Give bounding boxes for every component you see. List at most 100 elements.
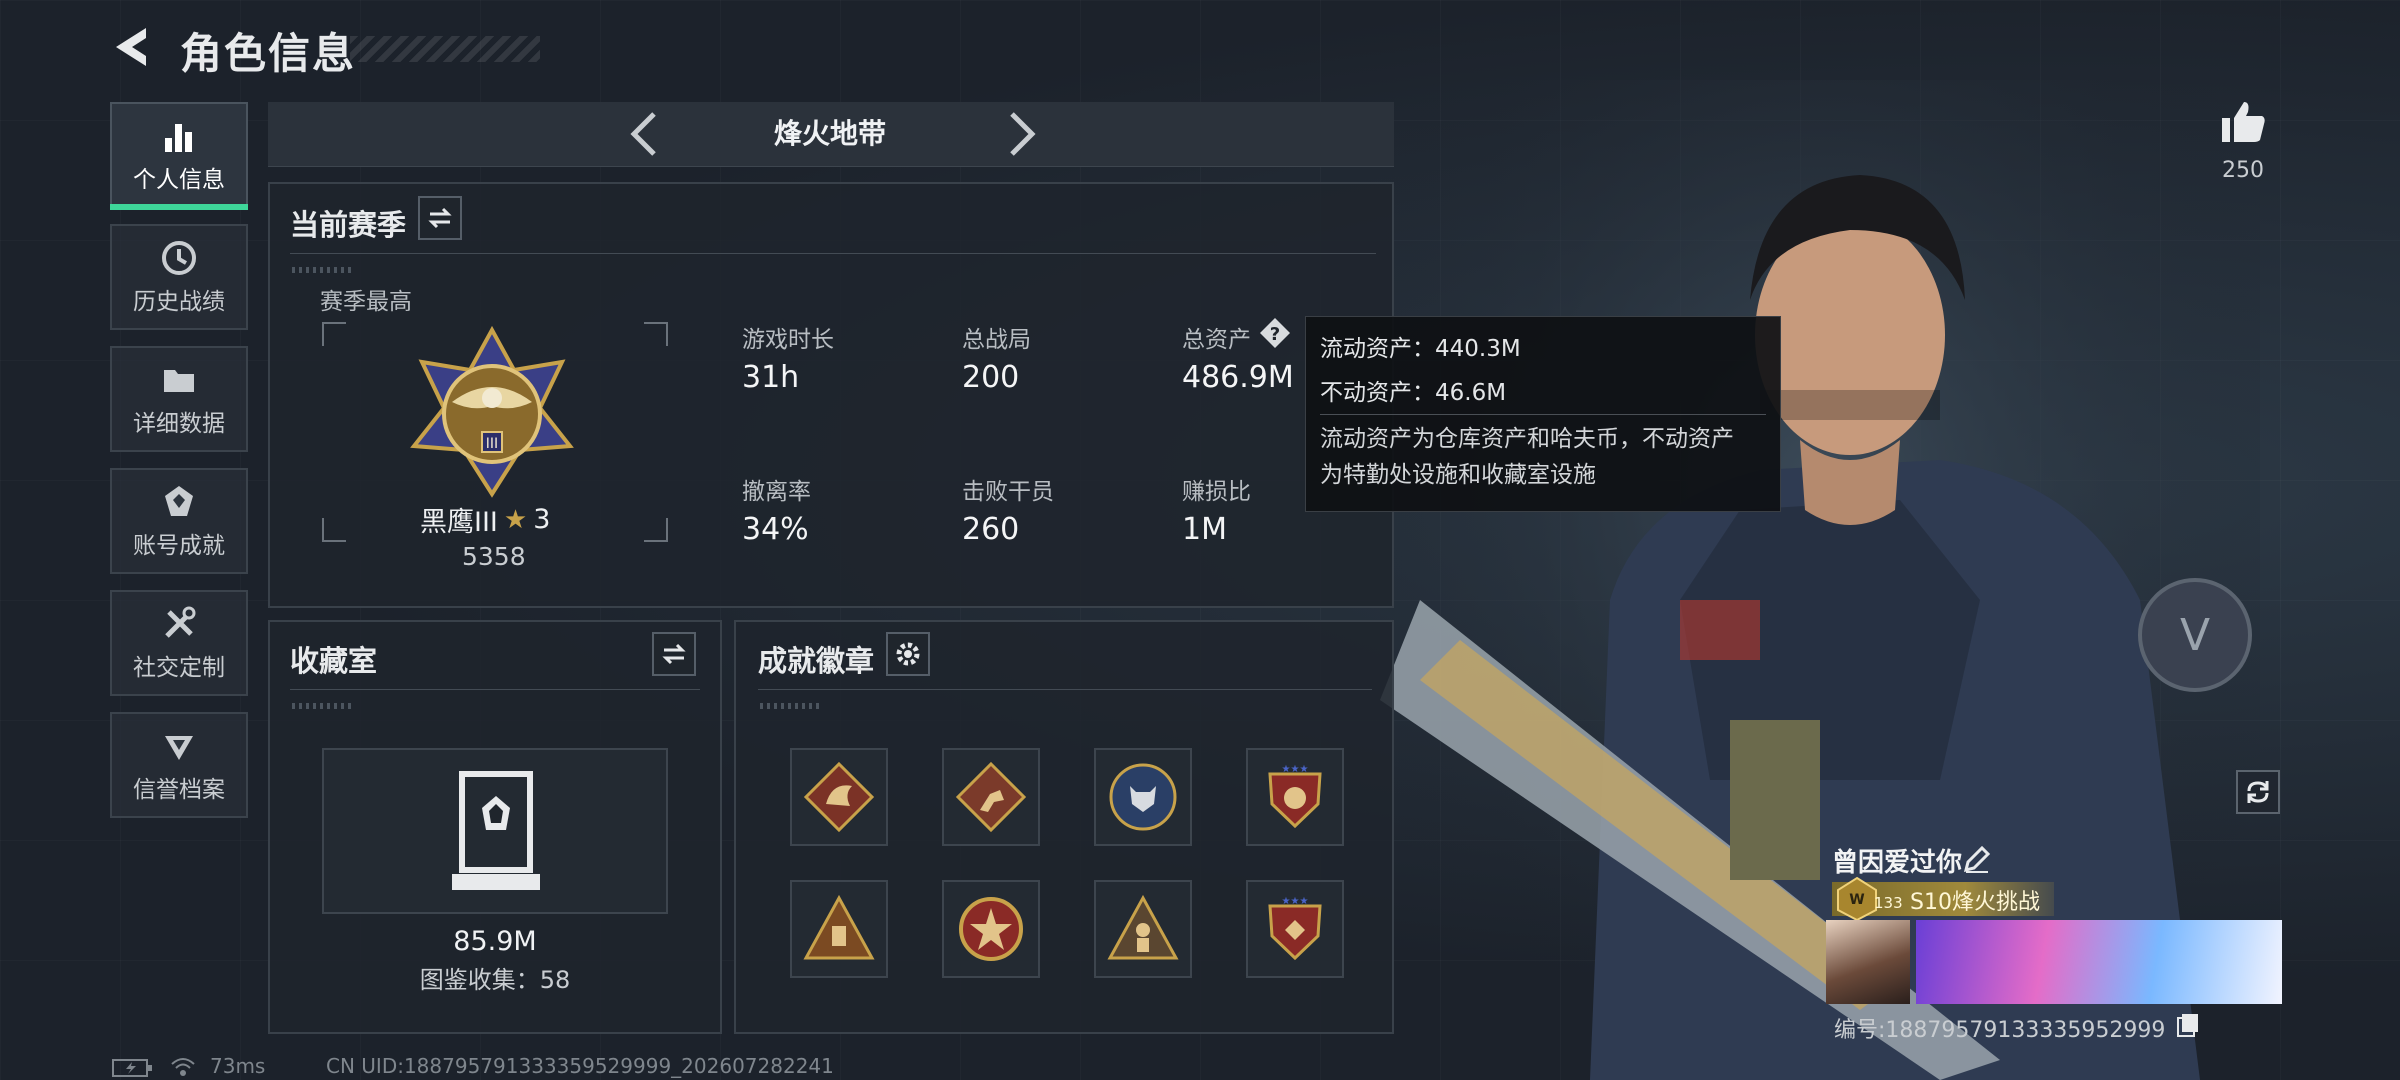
rotate-character-button[interactable] (2236, 770, 2280, 814)
season-best-label: 赛季最高 (320, 289, 412, 315)
badge-settings-button[interactable] (886, 632, 930, 676)
stat-profit-ratio-value: 1M (1182, 512, 1227, 547)
divider (290, 689, 700, 690)
tooltip-divider (1320, 414, 1766, 415)
sidebar-item-label: 历史战绩 (133, 289, 225, 315)
divider (290, 253, 1376, 254)
wolf-badge-icon (1109, 763, 1177, 831)
svg-text:W: W (1849, 892, 1864, 908)
badge-triangle-box[interactable] (790, 880, 888, 978)
figure-badge-icon (1107, 894, 1179, 960)
sidebar-item-social-custom[interactable]: 社交定制 (110, 590, 248, 696)
help-icon[interactable]: ? (1258, 316, 1292, 350)
sidebar-item-history[interactable]: 历史战绩 (110, 224, 248, 330)
thumbs-up-icon[interactable] (2218, 96, 2268, 146)
rank-emblem-icon: III (410, 325, 574, 498)
badge-star-seal[interactable] (942, 880, 1040, 978)
sidebar-item-label: 信誉档案 (133, 777, 225, 803)
stat-total-assets-value: 486.9M (1182, 360, 1294, 395)
achievement-badges-title: 成就徽章 (758, 644, 875, 678)
folder-icon (164, 370, 194, 392)
stat-total-matches-value: 200 (962, 360, 1020, 395)
collection-display[interactable] (322, 748, 668, 914)
runner-badge-icon (955, 761, 1027, 833)
back-arrow-icon[interactable] (108, 22, 158, 72)
stat-kills-label: 击败干员 (962, 479, 1054, 505)
collection-value: 85.9M (453, 926, 537, 957)
stat-kills-value: 260 (962, 512, 1020, 547)
shield-badge-icon: ★★★ (1268, 764, 1322, 829)
badge-wolf[interactable] (1094, 748, 1192, 846)
badge-shield-diamond[interactable]: ★★★ (1246, 880, 1344, 978)
rank-star-icon: ★ (503, 504, 528, 535)
divider-ticks (292, 703, 352, 709)
svg-text:V: V (2180, 610, 2210, 661)
sidebar-item-label: 个人信息 (133, 167, 225, 193)
rank-name-row: 黑鹰III ★ 3 (420, 500, 550, 539)
tooltip-fixed-assets: 不动资产：46.6M (1320, 380, 1507, 406)
wifi-icon (171, 1058, 195, 1076)
avatar[interactable] (1826, 920, 1910, 1004)
tooltip-liquid-assets: 流动资产：440.3M (1320, 336, 1521, 362)
rank-stars: 3 (533, 504, 551, 535)
season-swap-button[interactable] (418, 196, 462, 240)
triangle-badge-icon (803, 894, 875, 960)
collection-room-title: 收藏室 (290, 644, 378, 678)
svg-text:★★★: ★★★ (1282, 896, 1309, 907)
sidebar-item-personal-info[interactable]: 个人信息 (110, 102, 248, 210)
stat-extract-rate-value: 34% (742, 512, 809, 547)
svg-text:★★★: ★★★ (1282, 764, 1309, 775)
badge-triangle-figure[interactable] (1094, 880, 1192, 978)
rotate-icon (2247, 781, 2269, 803)
player-level: 133 (1874, 894, 1903, 912)
badge-shield-stars[interactable]: ★★★ (1246, 748, 1344, 846)
chevron-left-icon[interactable] (620, 108, 672, 160)
sidebar-item-detailed-data[interactable]: 详细数据 (110, 346, 248, 452)
current-season-title: 当前赛季 (290, 208, 407, 242)
badge-runner[interactable] (942, 748, 1040, 846)
user-uid: CN UID:188795791333359529999_20260728224… (326, 1054, 834, 1078)
season-tag-label: S10烽火挑战 (1910, 890, 2040, 915)
collection-swap-button[interactable] (652, 632, 696, 676)
stat-play-time-label: 游戏时长 (742, 327, 834, 353)
swap-icon (662, 643, 686, 665)
divider-ticks (292, 267, 352, 273)
tooltip-desc-line2: 为特勤处设施和收藏室设施 (1320, 462, 1596, 488)
tooltip-desc-line1: 流动资产为仓库资产和哈夫币，不动资产 (1320, 426, 1734, 452)
svg-text:III: III (486, 436, 498, 452)
sidebar-item-achievements[interactable]: 账号成就 (110, 468, 248, 574)
title-decoration (350, 36, 540, 62)
svg-text:?: ? (1270, 324, 1280, 345)
page-title: 角色信息 (180, 29, 357, 78)
copy-icon[interactable] (2176, 1012, 2200, 1038)
stat-play-time-value: 31h (742, 360, 800, 395)
player-name: 曾因爱过你 (1832, 848, 1963, 878)
shield-diamond-badge-icon: ★★★ (1268, 896, 1322, 961)
profile-banner[interactable] (1916, 920, 2282, 1004)
sidebar-item-reputation[interactable]: 信誉档案 (110, 712, 248, 818)
rank-name: 黑鹰III (420, 507, 498, 538)
tools-icon (165, 606, 196, 638)
badge-dragon[interactable] (790, 748, 888, 846)
stat-total-matches-label: 总战局 (962, 327, 1031, 353)
chevron-right-icon[interactable] (994, 108, 1046, 160)
rank-score: 5358 (462, 542, 526, 571)
ping-value: 73ms (210, 1054, 266, 1078)
sidebar-item-label: 详细数据 (133, 411, 225, 437)
history-icon (162, 241, 196, 275)
battery-icon (112, 1059, 152, 1077)
star-seal-badge-icon (959, 897, 1023, 961)
stat-profit-ratio-label: 赚损比 (1182, 479, 1251, 505)
swap-icon (428, 207, 452, 229)
stat-extract-rate-label: 撤离率 (742, 479, 811, 505)
sidebar-item-label: 社交定制 (133, 655, 225, 681)
bar-chart-icon (165, 124, 192, 152)
stat-total-assets-label: 总资产 (1182, 327, 1251, 353)
assets-tooltip: 流动资产：440.3M 不动资产：46.6M 流动资产为仓库资产和哈夫币，不动资… (1305, 316, 1781, 512)
divider-ticks (760, 703, 820, 709)
display-case-icon (452, 771, 540, 890)
reputation-icon (165, 736, 193, 760)
collection-count: 图鉴收集：58 (419, 966, 571, 994)
mode-title: 烽火地带 (773, 117, 886, 150)
edit-icon[interactable] (1962, 844, 1992, 874)
